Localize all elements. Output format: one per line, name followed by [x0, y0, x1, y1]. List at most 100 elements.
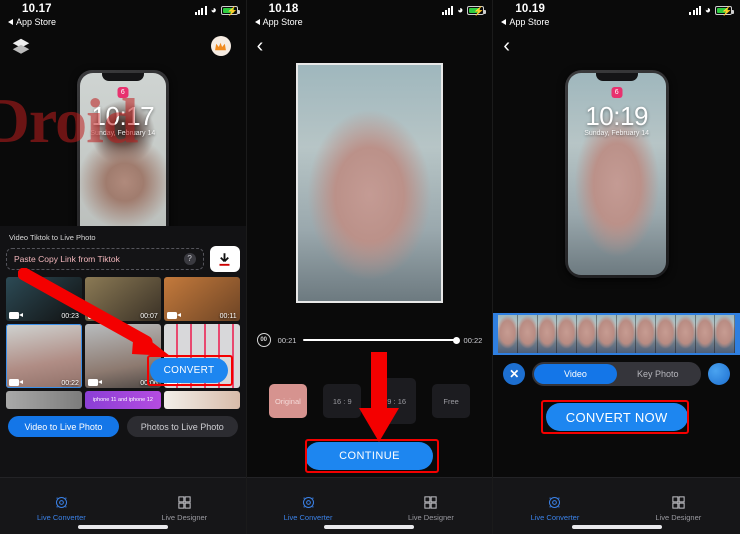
convert-button[interactable]: CONVERT — [150, 358, 228, 383]
status-indicators: ◕ ⚡ — [441, 5, 487, 16]
status-back-label: App Store — [262, 17, 303, 27]
segment-key-photo[interactable]: Key Photo — [617, 364, 699, 384]
trim-start-time: 00:21 — [277, 335, 297, 345]
status-back-label: App Store — [16, 17, 57, 27]
ratio-original[interactable]: Original — [268, 384, 307, 418]
lockscreen-time: 10:19 — [585, 101, 648, 131]
video-thumb[interactable] — [6, 391, 82, 409]
video-thumb[interactable]: 00:07 — [84, 277, 161, 321]
status-bar-3: 10.19 App Store ◕ ⚡ — [493, 0, 740, 34]
video-icon — [166, 312, 181, 319]
video-overlay-text: iphone 11 and iphone 12 — [92, 397, 153, 403]
video-thumb[interactable] — [163, 391, 240, 409]
lockscreen-badge: 6 — [117, 87, 129, 98]
aspect-ratio-options: Original 16 : 9 9 : 16 Free — [247, 378, 493, 424]
video-duration: 00:22 — [61, 380, 79, 387]
continue-button[interactable]: CONTINUE — [305, 442, 434, 470]
phone-screen-3: 10.19 App Store ◕ ⚡ ‹ BellyDroid 6 10:1 — [493, 0, 740, 534]
video-thumb-selected[interactable]: 00:22 — [6, 324, 82, 388]
tab-label: Live Converter — [37, 512, 86, 522]
video-thumb[interactable]: 00:06 — [84, 324, 161, 388]
screenshot-triptych: 10.17 App Store ◕ ⚡ BellyDroid — [0, 0, 740, 534]
premium-crown-icon[interactable] — [210, 36, 231, 56]
output-type-row: ✕ Video Key Photo — [493, 360, 740, 388]
status-back-to-app-store[interactable]: App Store — [254, 17, 303, 27]
trim-slider[interactable] — [303, 336, 460, 344]
status-time: 10.18 — [268, 3, 299, 15]
live-designer-icon — [672, 495, 685, 509]
cellular-signal-icon — [689, 6, 701, 15]
paste-row: Paste Copy Link from Tiktok ? — [6, 246, 240, 272]
video-preview[interactable] — [295, 63, 443, 303]
tab-label: Live Designer — [161, 512, 208, 522]
home-indicator — [77, 525, 168, 529]
video-icon — [87, 312, 102, 319]
status-time: 10.17 — [22, 3, 52, 15]
layers-icon[interactable] — [12, 38, 30, 54]
live-converter-icon — [302, 496, 314, 508]
ratio-9-16[interactable]: 9 : 16 — [377, 378, 416, 424]
mode-buttons: Video to Live Photo Photos to Live Photo — [6, 416, 240, 437]
back-chevron-icon[interactable]: ‹ — [503, 36, 510, 56]
video-duration: 00:23 — [61, 313, 79, 320]
tab-label: Live Designer — [655, 512, 702, 522]
video-thumb[interactable]: 00:23 — [6, 277, 82, 321]
tab-label: Live Designer — [407, 512, 454, 522]
filmstrip-trimmer[interactable] — [493, 313, 740, 355]
convert-now-button[interactable]: CONVERT NOW — [545, 403, 688, 431]
phone-screen-1: 10.17 App Store ◕ ⚡ BellyDroid — [0, 0, 247, 534]
video-thumbnail-grid: 00:23 00:07 00:11 00:22 00:06 iphone 11 … — [6, 277, 240, 409]
video-icon — [9, 312, 23, 319]
trim-handle-right[interactable] — [734, 315, 740, 353]
video-thumb[interactable]: iphone 11 and iphone 12 — [84, 391, 161, 409]
filmstrip-frames — [498, 315, 735, 353]
nav-bar-2: ‹ — [247, 34, 493, 60]
trim-slider-knob[interactable] — [452, 336, 460, 344]
tiktok-import-sheet: Video Tiktok to Live Photo Paste Copy Li… — [0, 226, 246, 477]
ratio-free[interactable]: Free — [432, 384, 471, 418]
status-bar-1: 10.17 App Store ◕ ⚡ — [0, 0, 246, 34]
cellular-signal-icon — [441, 6, 454, 15]
wifi-icon: ◕ — [704, 5, 711, 16]
back-triangle-icon — [254, 19, 260, 25]
trim-timeline: 00 00:21 00:22 — [247, 329, 493, 351]
lockscreen-date: Sunday, February 14 — [90, 130, 156, 137]
battery-charging-icon: ⚡ — [467, 6, 487, 16]
lockscreen-date: Sunday, February 14 — [584, 130, 650, 137]
output-type-segmented-control: Video Key Photo — [532, 362, 701, 386]
help-icon[interactable]: ? — [183, 253, 196, 265]
photos-to-live-photo-button[interactable]: Photos to Live Photo — [126, 416, 238, 437]
home-indicator — [571, 525, 662, 529]
segment-video[interactable]: Video — [534, 364, 617, 384]
live-converter-icon — [549, 496, 561, 508]
back-chevron-icon[interactable]: ‹ — [257, 36, 264, 56]
wifi-icon: ◕ — [457, 5, 464, 16]
nav-bar-3: ‹ — [493, 34, 740, 60]
video-to-live-photo-button[interactable]: Video to Live Photo — [8, 416, 119, 437]
status-back-label: App Store — [509, 17, 550, 27]
status-back-to-app-store[interactable]: App Store — [8, 17, 56, 27]
close-icon[interactable]: ✕ — [503, 363, 526, 385]
status-indicators: ◕ ⚡ — [195, 5, 240, 16]
lockscreen-time: 10:17 — [91, 101, 155, 131]
video-frame — [297, 65, 441, 301]
status-time: 10.19 — [515, 3, 546, 15]
live-designer-icon — [178, 495, 191, 509]
video-duration: 00:11 — [219, 313, 237, 320]
speed-icon[interactable]: 00 — [256, 333, 271, 347]
back-triangle-icon — [8, 19, 13, 25]
nav-bar-1 — [0, 34, 246, 60]
tiktok-link-placeholder: Paste Copy Link from Tiktok — [14, 254, 120, 264]
live-converter-icon — [55, 496, 67, 508]
status-back-to-app-store[interactable]: App Store — [501, 17, 549, 27]
battery-charging-icon: ⚡ — [220, 6, 240, 16]
filter-icon[interactable] — [707, 363, 730, 385]
download-button[interactable] — [209, 246, 240, 272]
trim-end-time: 00:22 — [463, 335, 483, 345]
wifi-icon: ◕ — [210, 5, 217, 16]
phone-mockup-3: 6 10:19 Sunday, February 14 — [493, 60, 740, 278]
notch — [595, 73, 638, 81]
ratio-16-9[interactable]: 16 : 9 — [323, 384, 362, 418]
video-thumb[interactable]: 00:11 — [163, 277, 240, 321]
tiktok-link-input[interactable]: Paste Copy Link from Tiktok ? — [6, 248, 204, 270]
